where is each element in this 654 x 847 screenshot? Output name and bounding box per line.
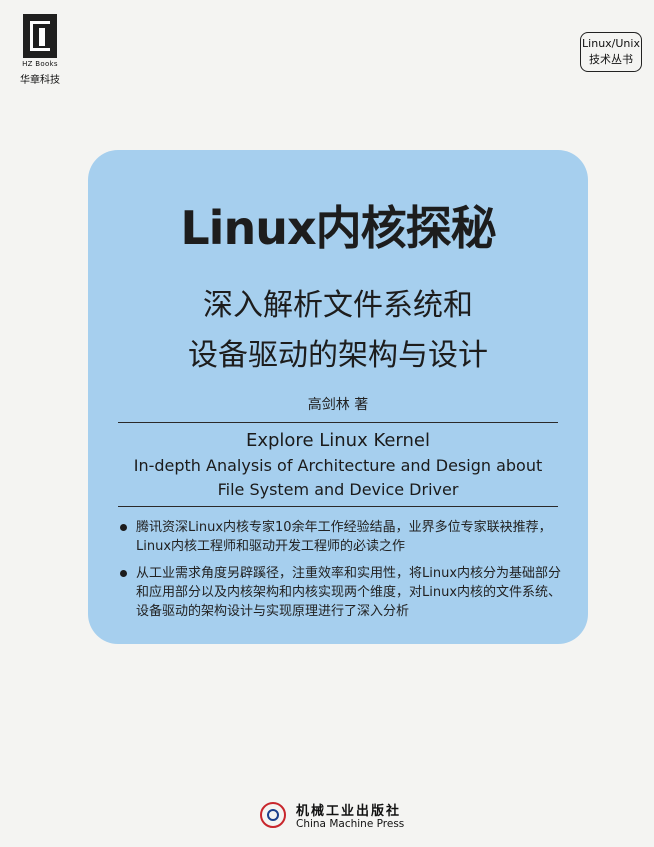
- book-title: Linux内核探秘: [180, 201, 496, 255]
- divider-bottom: [118, 506, 558, 507]
- publisher-name-cn: 机械工业出版社: [296, 804, 402, 819]
- feature-text: 从工业需求角度另辟蹊径，注重效率和实用性，将Linux内核分为基础部分和应用部分…: [136, 566, 562, 619]
- feature-item: 从工业需求角度另辟蹊径，注重效率和实用性，将Linux内核分为基础部分和应用部分…: [118, 564, 562, 621]
- china-machine-press-logo-icon: [260, 802, 286, 828]
- english-title: Explore Linux Kernel: [245, 430, 431, 451]
- series-line1: Linux/Unix: [582, 37, 640, 50]
- hz-books-logo-icon: [23, 14, 57, 58]
- publisher-footer: 机械工业出版社 China Machine Press: [260, 798, 410, 834]
- english-subtitle-line2: File System and Device Driver: [217, 480, 459, 499]
- series-badge: Linux/Unix 技术丛书: [580, 32, 642, 72]
- publisher-logo: HZ Books 华章科技: [14, 14, 66, 86]
- author: 高剑林 著: [307, 397, 369, 413]
- series-line2: 技术丛书: [589, 53, 633, 66]
- bullet-icon: [120, 570, 127, 577]
- bullet-icon: [120, 524, 127, 531]
- english-subtitle-line1: In-depth Analysis of Architecture and De…: [133, 456, 543, 475]
- cover-panel: Linux内核探秘 深入解析文件系统和 设备驱动的架构与设计 高剑林 著 Exp…: [88, 150, 588, 644]
- divider-top: [118, 422, 558, 423]
- feature-text: 腾讯资深Linux内核专家10余年工作经验结晶，业界多位专家联袂推荐，Linux…: [136, 520, 552, 554]
- logo-text: HZ Books: [22, 60, 58, 68]
- feature-list: 腾讯资深Linux内核专家10余年工作经验结晶，业界多位专家联袂推荐，Linux…: [118, 518, 562, 629]
- subtitle-line1: 深入解析文件系统和: [203, 288, 473, 323]
- feature-item: 腾讯资深Linux内核专家10余年工作经验结晶，业界多位专家联袂推荐，Linux…: [118, 518, 562, 556]
- publisher-name-en: China Machine Press: [296, 818, 405, 830]
- subtitle-line2: 设备驱动的架构与设计: [188, 338, 488, 373]
- brand-name: 华章科技: [20, 75, 60, 86]
